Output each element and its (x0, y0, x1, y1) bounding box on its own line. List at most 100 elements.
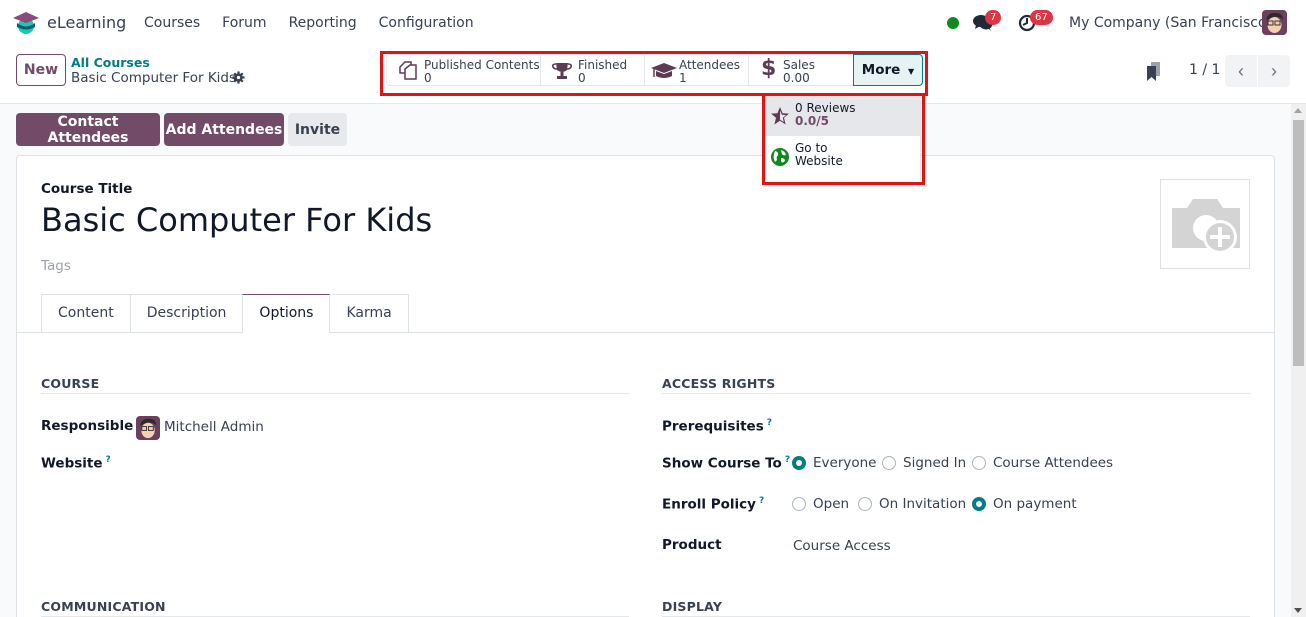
breadcrumb-all-courses[interactable]: All Courses (71, 55, 150, 70)
course-image-upload[interactable] (1160, 179, 1250, 269)
tab-content[interactable]: Content (41, 294, 131, 332)
show-course-to-label: Show Course To? (662, 455, 790, 472)
globe-icon (771, 148, 789, 166)
stat-value: 0.00 (783, 71, 810, 85)
main-menu: Courses Forum Reporting Configuration (144, 15, 496, 31)
menu-courses[interactable]: Courses (144, 15, 200, 31)
chat-badge: 7 (985, 10, 1002, 25)
pager-previous-button[interactable]: ‹ (1225, 55, 1257, 87)
radio-everyone[interactable]: Everyone (792, 455, 877, 471)
more-dropdown-menu: 0 Reviews 0.0/5 Go to Website (765, 95, 921, 183)
company-switcher[interactable]: My Company (San Francisco) (1069, 15, 1272, 31)
reviews-label: 0 Reviews (795, 101, 856, 115)
tab-karma[interactable]: Karma (329, 294, 409, 332)
attendees-button[interactable]: Attendees 1 (645, 55, 749, 85)
contact-attendees-button[interactable]: Contact Attendees (16, 113, 160, 146)
radio-label: Everyone (813, 455, 877, 471)
radio-signed-in[interactable]: Signed In (882, 455, 966, 471)
help-icon[interactable]: ? (767, 418, 772, 428)
gear-icon[interactable] (232, 71, 245, 84)
scroll-down-arrow-icon[interactable] (1294, 608, 1302, 613)
go-to-website-menu-item[interactable]: Go to Website (766, 136, 920, 182)
radio-label: On Invitation (879, 496, 967, 512)
course-title-input[interactable]: Basic Computer For Kids (41, 201, 432, 239)
enroll-policy-label-text: Enroll Policy (662, 496, 756, 513)
radio-unchecked-icon (882, 456, 896, 470)
responsible-avatar (136, 416, 160, 440)
radio-on-payment[interactable]: On payment (972, 496, 1077, 512)
website-label-text: Website (41, 455, 103, 472)
communication-group-title: COMMUNICATION (41, 599, 166, 614)
trophy-icon (552, 63, 572, 79)
menu-reporting[interactable]: Reporting (289, 15, 357, 31)
pager-value[interactable]: 1 / 1 (1189, 62, 1220, 78)
invite-button[interactable]: Invite (288, 113, 347, 146)
tabs-divider (17, 332, 1274, 333)
website-label: Website? (41, 455, 111, 472)
radio-label: Open (813, 496, 850, 512)
dollar-icon: $ (761, 56, 777, 81)
prerequisites-label: Prerequisites? (662, 418, 772, 435)
access-rights-group-title: ACCESS RIGHTS (662, 376, 776, 391)
graduation-cap-logo-icon[interactable] (13, 11, 39, 35)
reviews-rating: 0.0/5 (795, 114, 829, 128)
control-panel: New All Courses Basic Computer For Kids … (0, 46, 1306, 104)
scroll-thumb[interactable] (1293, 120, 1304, 366)
more-button[interactable]: More ▼ (853, 54, 923, 86)
published-contents-button[interactable]: Published Contents 0 (387, 55, 541, 85)
breadcrumb-current: Basic Computer For Kids (71, 70, 237, 86)
new-button[interactable]: New (16, 54, 66, 86)
radio-label: Signed In (903, 455, 967, 471)
add-attendees-button[interactable]: Add Attendees (164, 113, 284, 146)
display-group-title: DISPLAY (662, 599, 723, 614)
radio-label: On payment (993, 496, 1077, 512)
stat-label: Finished (578, 58, 628, 72)
tab-options[interactable]: Options (242, 294, 331, 333)
form-tabs: Content Description Options Karma (41, 294, 409, 333)
help-icon[interactable]: ? (785, 455, 790, 465)
app-name[interactable]: eLearning (47, 13, 126, 32)
radio-course-attendees[interactable]: Course Attendees (972, 455, 1113, 471)
copy-icon (399, 61, 417, 80)
user-avatar[interactable] (1262, 10, 1287, 35)
course-title-label: Course Title (41, 181, 133, 197)
form-sheet: Course Title Basic Computer For Kids Tag… (16, 155, 1275, 617)
divider (662, 393, 1250, 394)
course-group-title: COURSE (41, 376, 100, 391)
stat-value: 0 (424, 71, 432, 85)
product-label: Product (662, 537, 722, 553)
bookmark-icon[interactable] (1146, 62, 1162, 82)
menu-configuration[interactable]: Configuration (379, 15, 474, 31)
radio-on-invitation[interactable]: On Invitation (858, 496, 966, 512)
prerequisites-label-text: Prerequisites (662, 418, 764, 435)
responsible-value[interactable]: Mitchell Admin (164, 419, 264, 435)
chevron-left-icon: ‹ (1238, 60, 1244, 81)
pager-next-button[interactable]: › (1258, 55, 1290, 87)
tags-input[interactable]: Tags (41, 258, 71, 274)
stat-value: 0 (578, 71, 586, 85)
product-value[interactable]: Course Access (793, 538, 891, 554)
divider (41, 393, 629, 394)
top-navbar: eLearning Courses Forum Reporting Config… (0, 0, 1306, 46)
radio-open[interactable]: Open (792, 496, 849, 512)
online-status-icon (947, 17, 959, 29)
stat-value: 1 (679, 71, 687, 85)
radio-unchecked-icon (858, 497, 872, 511)
stat-label: Attendees (679, 58, 741, 72)
scroll-up-arrow-icon[interactable] (1294, 108, 1302, 113)
tab-description[interactable]: Description (129, 294, 244, 332)
camera-add-icon (1172, 199, 1240, 254)
sales-button[interactable]: $ Sales 0.00 (749, 55, 853, 85)
vertical-scrollbar[interactable] (1291, 104, 1306, 617)
stat-label: Published Contents (424, 58, 540, 72)
chevron-right-icon: › (1271, 60, 1277, 81)
reviews-menu-item[interactable]: 0 Reviews 0.0/5 (766, 96, 920, 136)
help-icon[interactable]: ? (759, 496, 764, 506)
website-label-line2: Website (795, 154, 843, 168)
menu-forum[interactable]: Forum (222, 15, 266, 31)
more-label: More (861, 62, 901, 78)
show-course-to-label-text: Show Course To (662, 455, 782, 472)
help-icon[interactable]: ? (106, 455, 111, 465)
finished-button[interactable]: Finished 0 (541, 55, 645, 85)
stat-label: Sales (783, 58, 815, 72)
